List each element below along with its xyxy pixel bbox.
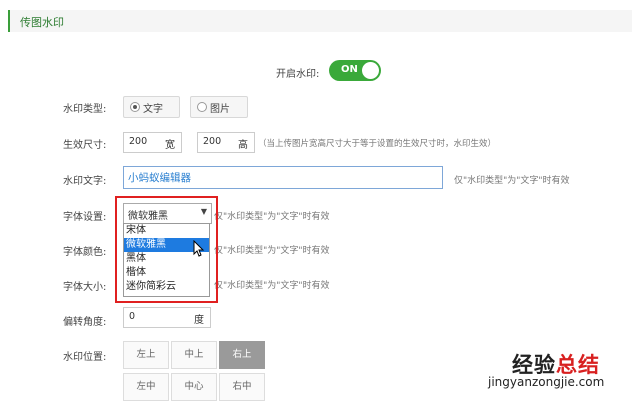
size-label: 生效尺寸: [63,140,107,151]
type-radio-text[interactable]: 文字 [123,96,180,118]
text-hint: 仅"水印类型"为"文字"时有效 [454,176,570,186]
toggle-state: ON [341,64,358,75]
size-hint: （当上传图片宽高尺寸大于等于设置的生效尺寸时，水印生效） [258,139,497,149]
width-unit: 宽 [165,140,175,151]
watermark-text-field[interactable] [123,166,443,189]
mouse-pointer-icon [193,240,205,257]
rotate-value: 0 [129,311,136,322]
position-top-left[interactable]: 左上 [123,341,169,369]
position-top-center[interactable]: 中上 [171,341,217,369]
section-header: 传图水印 [8,10,632,32]
watermark-text-a: 经验 [512,353,556,377]
rotate-label: 偏转角度: [63,317,107,328]
rotate-input[interactable]: 0 度 [123,307,211,328]
position-middle-right[interactable]: 右中 [219,373,265,401]
width-value: 200 [129,136,148,147]
watermark-text-input[interactable] [128,169,428,185]
height-input[interactable]: 200 高 [197,132,255,153]
font-label: 字体设置: [63,212,107,223]
type-option-image: 图片 [210,104,230,115]
watermark-text-b: 总结 [556,353,600,377]
section-title: 传图水印 [20,16,64,29]
height-unit: 高 [238,140,248,151]
color-label: 字体颜色: [63,247,107,258]
position-center[interactable]: 中心 [171,373,217,401]
font-hint: 仅"水印类型"为"文字"时有效 [214,212,330,222]
position-middle-left[interactable]: 左中 [123,373,169,401]
position-top-right[interactable]: 右上 [219,341,265,369]
type-radio-image[interactable]: 图片 [190,96,248,118]
type-label: 水印类型: [63,104,107,115]
position-label: 水印位置: [63,352,107,363]
color-hint: 仅"水印类型"为"文字"时有效 [214,246,330,256]
fontsize-label: 字体大小: [63,282,107,293]
type-option-text: 文字 [143,104,163,115]
radio-checked-icon [130,102,140,112]
fontsize-hint: 仅"水印类型"为"文字"时有效 [214,281,330,291]
text-label: 水印文字: [63,176,107,187]
toggle-knob [362,62,379,79]
watermark-toggle[interactable]: ON [329,60,381,81]
rotate-unit: 度 [194,315,204,326]
site-watermark-url: jingyanzongjie.com [488,375,605,389]
radio-unchecked-icon [197,102,207,112]
toggle-label: 开启水印: [276,69,320,80]
height-value: 200 [203,136,222,147]
width-input[interactable]: 200 宽 [123,132,182,153]
